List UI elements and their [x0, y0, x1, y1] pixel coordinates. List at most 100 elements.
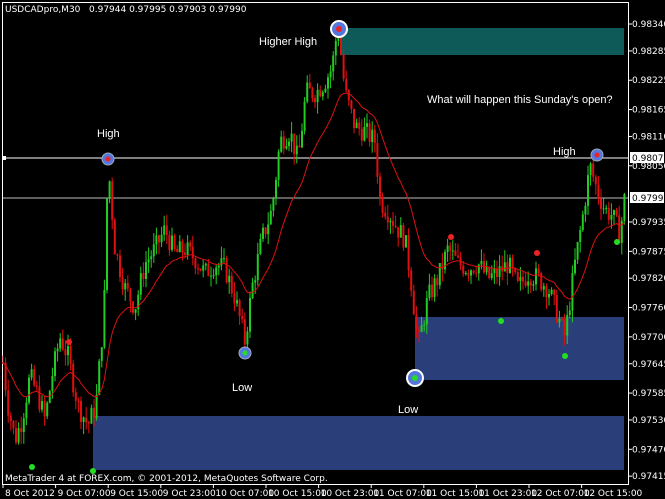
candle-body — [264, 227, 267, 235]
candle-body — [558, 318, 561, 323]
candle-body — [246, 331, 249, 345]
candle-body — [496, 268, 498, 278]
candle-body — [454, 250, 457, 256]
candle-body — [56, 348, 59, 352]
candle-body — [470, 270, 472, 276]
candle-body — [490, 273, 493, 278]
candle-body — [61, 338, 64, 350]
candle-body — [566, 314, 569, 336]
candle-body — [100, 347, 103, 361]
candle-body — [51, 375, 54, 391]
candle-body — [532, 284, 535, 286]
candle-body — [607, 207, 610, 220]
candle-body — [324, 88, 327, 92]
candle-body — [33, 369, 36, 386]
candle-body — [9, 415, 12, 421]
candle-body — [568, 310, 571, 315]
candle-body — [327, 77, 329, 89]
candle-body — [259, 238, 262, 255]
candle-body — [90, 407, 93, 424]
candle-body — [285, 145, 288, 149]
candle-body — [467, 273, 470, 276]
candle-body — [602, 208, 605, 210]
candle-body — [420, 325, 423, 332]
candle-body — [241, 316, 244, 320]
candle-body — [506, 262, 509, 274]
candle-body — [142, 273, 145, 279]
candle-body — [238, 300, 241, 317]
candle-body — [82, 417, 85, 423]
candle-body — [121, 277, 124, 290]
candle-body — [139, 273, 142, 295]
annotation-high-right: High — [553, 146, 576, 158]
candle-body — [22, 418, 25, 433]
y-tick-label: 0.98165 — [632, 106, 665, 116]
x-tick-label: 9 Oct 07:00 — [58, 489, 111, 499]
candle-body — [342, 54, 345, 79]
candle-body — [20, 428, 23, 433]
candle-body — [623, 194, 626, 221]
candle-body — [475, 272, 478, 274]
price-chart[interactable]: High Higher High High Low Low What will … — [0, 0, 665, 499]
candle-body — [233, 293, 236, 304]
candle-body — [17, 428, 20, 443]
candle-body — [77, 400, 80, 402]
candle-body — [72, 363, 75, 393]
y-tick-label: 0.97645 — [632, 360, 665, 370]
candle-body — [108, 181, 111, 199]
fractal-dot-green — [614, 239, 620, 245]
high-pivot-dot-left — [105, 156, 111, 162]
x-tick-label: 10 Oct 07:00 — [215, 489, 274, 499]
candle-body — [152, 244, 155, 257]
x-tick-label: 11 Oct 23:00 — [478, 489, 537, 499]
candle-body — [298, 145, 301, 148]
y-tick-label: 0.97415 — [632, 472, 665, 482]
candle-body — [433, 278, 436, 298]
higher-high-pivot-dot — [336, 26, 342, 32]
candle-body — [215, 267, 218, 276]
candle-body — [360, 128, 363, 141]
candle-body — [592, 163, 595, 177]
candle-body — [186, 242, 189, 255]
candle-body — [191, 246, 194, 259]
candle-body — [119, 255, 121, 278]
current-price-label: 0.97990 — [632, 194, 665, 204]
candle-body — [407, 235, 410, 271]
candle-body — [46, 402, 49, 417]
candle-body — [537, 268, 540, 273]
demand-zone-low — [93, 416, 624, 470]
candle-body — [12, 420, 15, 429]
candle-body — [509, 257, 511, 274]
candle-body — [587, 175, 589, 206]
candle-body — [113, 219, 116, 255]
candle-body — [243, 319, 246, 345]
candle-body — [389, 220, 392, 223]
candle-body — [199, 268, 202, 271]
candle-body — [373, 129, 376, 144]
candle-body — [64, 349, 67, 356]
candle-body — [254, 280, 257, 283]
candle-body — [74, 392, 77, 401]
symbol-timeframe: USDCADpro,M30 — [5, 5, 81, 15]
candle-body — [345, 78, 348, 91]
candle-body — [511, 257, 514, 269]
low-pivot-dot-left — [242, 350, 248, 356]
candle-body — [306, 82, 309, 102]
candle-body — [160, 234, 163, 243]
candle-body — [30, 369, 33, 378]
candle-body — [527, 281, 530, 286]
candle-body — [111, 181, 114, 220]
y-tick-label: 0.97875 — [632, 247, 665, 257]
candle-body — [176, 248, 179, 253]
candle-body — [98, 360, 101, 395]
y-tick-label: 0.97585 — [632, 389, 665, 399]
candle-body — [464, 273, 467, 275]
candle-body — [277, 151, 280, 180]
candle-body — [581, 214, 584, 231]
high-level-anchor[interactable] — [2, 156, 6, 160]
candle-body — [412, 290, 415, 315]
candle-body — [524, 281, 527, 286]
candle-body — [165, 225, 168, 235]
candle-body — [584, 205, 587, 215]
candle-body — [542, 286, 545, 290]
